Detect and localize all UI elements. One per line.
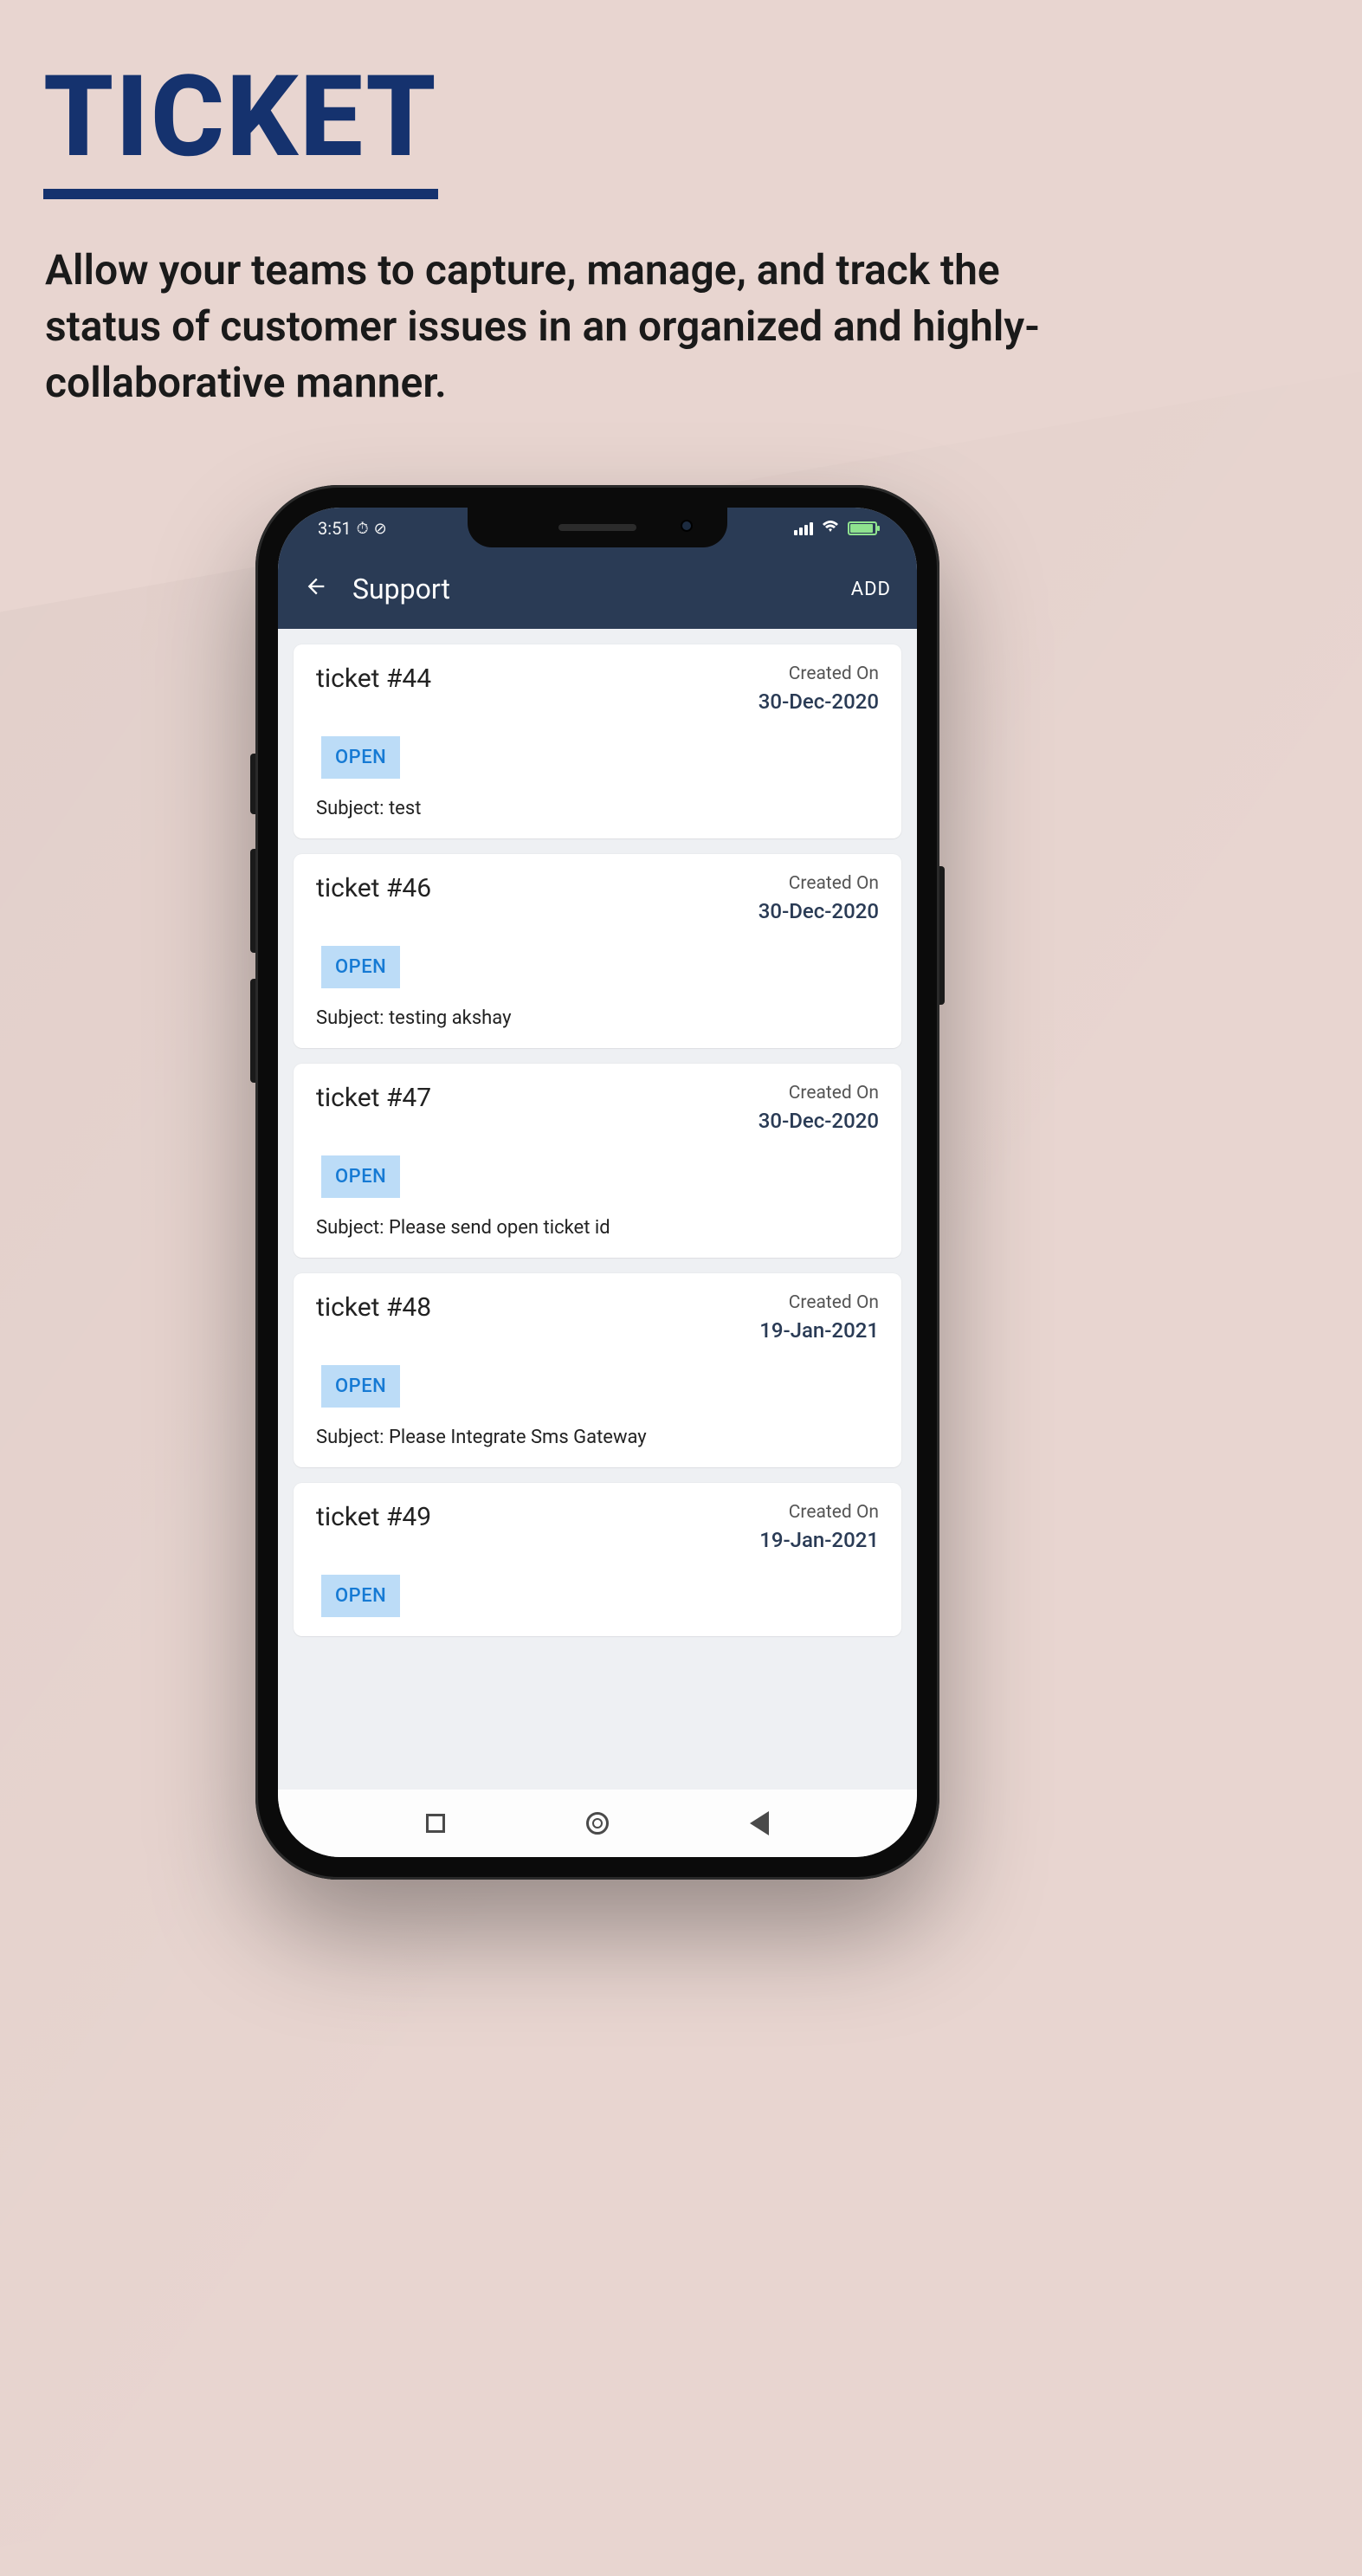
battery-icon — [848, 521, 877, 535]
dnd-icon: ⊘ — [374, 520, 387, 538]
add-button[interactable]: ADD — [851, 579, 891, 600]
status-badge: OPEN — [321, 1365, 400, 1408]
subject-prefix: Subject: — [316, 1007, 389, 1029]
phone-side-button — [250, 754, 255, 814]
ticket-subject: Subject: Please Integrate Sms Gateway — [316, 1427, 879, 1448]
subject-text: testing akshay — [389, 1007, 512, 1029]
subject-text: Please send open ticket id — [389, 1217, 610, 1239]
phone-camera — [681, 520, 693, 532]
nav-back-button[interactable] — [750, 1811, 769, 1835]
status-badge: OPEN — [321, 946, 400, 988]
status-badge: OPEN — [321, 736, 400, 779]
ticket-card[interactable]: ticket #47 Created On 30-Dec-2020 OPEN S… — [294, 1064, 901, 1258]
phone-power-button — [939, 866, 945, 1005]
subject-text: test — [389, 798, 421, 819]
phone-volume-down — [250, 979, 255, 1083]
ticket-title: ticket #49 — [316, 1502, 431, 1532]
ticket-title: ticket #44 — [316, 663, 431, 694]
created-on-label: Created On — [758, 663, 879, 684]
created-on-label: Created On — [758, 873, 879, 894]
subject-prefix: Subject: — [316, 1217, 389, 1239]
created-on-date: 19-Jan-2021 — [759, 1318, 879, 1343]
ticket-card[interactable]: ticket #46 Created On 30-Dec-2020 OPEN S… — [294, 854, 901, 1048]
page-title: TICKET — [43, 61, 438, 199]
status-badge: OPEN — [321, 1575, 400, 1617]
created-on-date: 30-Dec-2020 — [758, 899, 879, 923]
phone-notch — [468, 508, 727, 547]
created-on-label: Created On — [759, 1292, 879, 1313]
phone-volume-up — [250, 849, 255, 953]
status-badge: OPEN — [321, 1155, 400, 1198]
ticket-list[interactable]: ticket #44 Created On 30-Dec-2020 OPEN S… — [278, 629, 917, 1790]
status-bar-right — [794, 520, 893, 538]
nav-recent-button[interactable] — [426, 1814, 445, 1833]
ticket-title: ticket #47 — [316, 1083, 431, 1113]
phone-screen: 3:51 ⏱ ⊘ Support ADD — [278, 508, 917, 1857]
subject-prefix: Subject: — [316, 1427, 389, 1448]
created-on-date: 30-Dec-2020 — [758, 689, 879, 714]
subject-prefix: Subject: — [316, 798, 389, 819]
ticket-title: ticket #46 — [316, 873, 431, 903]
ticket-card[interactable]: ticket #48 Created On 19-Jan-2021 OPEN S… — [294, 1273, 901, 1467]
ticket-subject: Subject: testing akshay — [316, 1007, 879, 1029]
page-description: Allow your teams to capture, manage, and… — [45, 243, 1084, 411]
nav-home-button[interactable] — [586, 1812, 609, 1835]
created-on-date: 30-Dec-2020 — [758, 1109, 879, 1133]
subject-text: Please Integrate Sms Gateway — [389, 1427, 647, 1448]
created-on-date: 19-Jan-2021 — [759, 1528, 879, 1552]
status-bar-left: 3:51 ⏱ ⊘ — [302, 518, 387, 539]
phone-frame: 3:51 ⏱ ⊘ Support ADD — [255, 485, 939, 1880]
back-button[interactable] — [304, 574, 328, 604]
signal-icon — [794, 522, 813, 535]
app-header: Support ADD — [278, 549, 917, 629]
created-on-label: Created On — [759, 1502, 879, 1523]
ticket-card[interactable]: ticket #49 Created On 19-Jan-2021 OPEN — [294, 1483, 901, 1636]
android-nav-bar — [278, 1790, 917, 1857]
ticket-subject: Subject: Please send open ticket id — [316, 1217, 879, 1239]
wifi-icon — [822, 520, 839, 538]
created-on-label: Created On — [758, 1083, 879, 1104]
ticket-subject: Subject: test — [316, 798, 879, 819]
phone-speaker — [558, 524, 636, 531]
ticket-card[interactable]: ticket #44 Created On 30-Dec-2020 OPEN S… — [294, 644, 901, 838]
ticket-title: ticket #48 — [316, 1292, 431, 1323]
alarm-icon: ⏱ — [357, 520, 369, 538]
status-time: 3:51 — [318, 518, 352, 539]
app-header-title: Support — [352, 573, 827, 605]
